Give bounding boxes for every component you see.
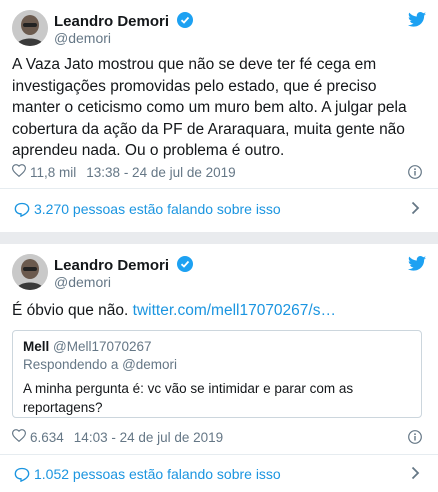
like-count[interactable]: 11,8 mil <box>30 165 76 180</box>
heart-icon[interactable] <box>11 429 27 445</box>
chevron-right-icon[interactable] <box>411 466 420 485</box>
tweet-text: É óbvio que não. twitter.com/mell1707026… <box>12 300 426 322</box>
chevron-right-icon[interactable] <box>411 201 420 220</box>
tweet-card-2: Leandro Demori @demori É óbvio que não. … <box>0 244 438 492</box>
tweet-meta: 6.634 14:03 - 24 de jul de 2019 <box>11 429 223 445</box>
conversation-link[interactable]: 3.270 pessoas estão falando sobre isso <box>14 201 281 217</box>
tweet-meta: 11,8 mil 13:38 - 24 de jul de 2019 <box>11 164 236 180</box>
divider <box>0 454 438 455</box>
author-handle[interactable]: @demori <box>54 30 111 46</box>
conversation-text[interactable]: 3.270 pessoas estão falando sobre isso <box>34 201 281 217</box>
verified-icon <box>177 12 194 32</box>
timestamp[interactable]: 14:03 - 24 de jul de 2019 <box>74 430 223 445</box>
timestamp[interactable]: 13:38 - 24 de jul de 2019 <box>86 165 235 180</box>
heart-icon[interactable] <box>11 164 27 180</box>
divider <box>0 188 438 189</box>
conversation-link[interactable]: 1.052 pessoas estão falando sobre isso <box>14 466 281 482</box>
info-icon[interactable] <box>408 165 422 184</box>
tweet-card-1: Leandro Demori @demori A Vaza Jato mostr… <box>0 0 438 232</box>
quoted-author-handle[interactable]: @Mell17070267 <box>53 339 152 354</box>
avatar[interactable] <box>12 10 48 46</box>
twitter-bird-icon[interactable] <box>408 256 426 276</box>
like-count[interactable]: 6.634 <box>30 430 64 445</box>
author-handle[interactable]: @demori <box>54 274 111 290</box>
quoted-text: A minha pergunta é: vc vão se intimidar … <box>23 381 354 415</box>
conversation-text[interactable]: 1.052 pessoas estão falando sobre isso <box>34 466 281 482</box>
tweet-link[interactable]: twitter.com/mell17070267/s… <box>133 302 336 319</box>
author-name-text[interactable]: Leandro Demori <box>54 13 169 30</box>
twitter-bird-icon[interactable] <box>408 12 426 32</box>
quoted-reply-to: Respondendo a @demori <box>23 357 178 372</box>
author-name[interactable]: Leandro Demori <box>54 12 194 32</box>
quoted-author[interactable]: Mell @Mell17070267 <box>23 339 152 354</box>
tweet-text: A Vaza Jato mostrou que não se deve ter … <box>12 56 407 159</box>
author-name-text[interactable]: Leandro Demori <box>54 257 169 274</box>
verified-icon <box>177 256 194 276</box>
info-icon[interactable] <box>408 430 422 449</box>
quoted-author-name[interactable]: Mell <box>23 339 49 354</box>
tweet-text-prefix: É óbvio que não. <box>12 302 133 319</box>
avatar[interactable] <box>12 254 48 290</box>
quoted-tweet[interactable]: Mell @Mell17070267 Respondendo a @demori… <box>12 330 422 418</box>
author-name[interactable]: Leandro Demori <box>54 256 194 276</box>
